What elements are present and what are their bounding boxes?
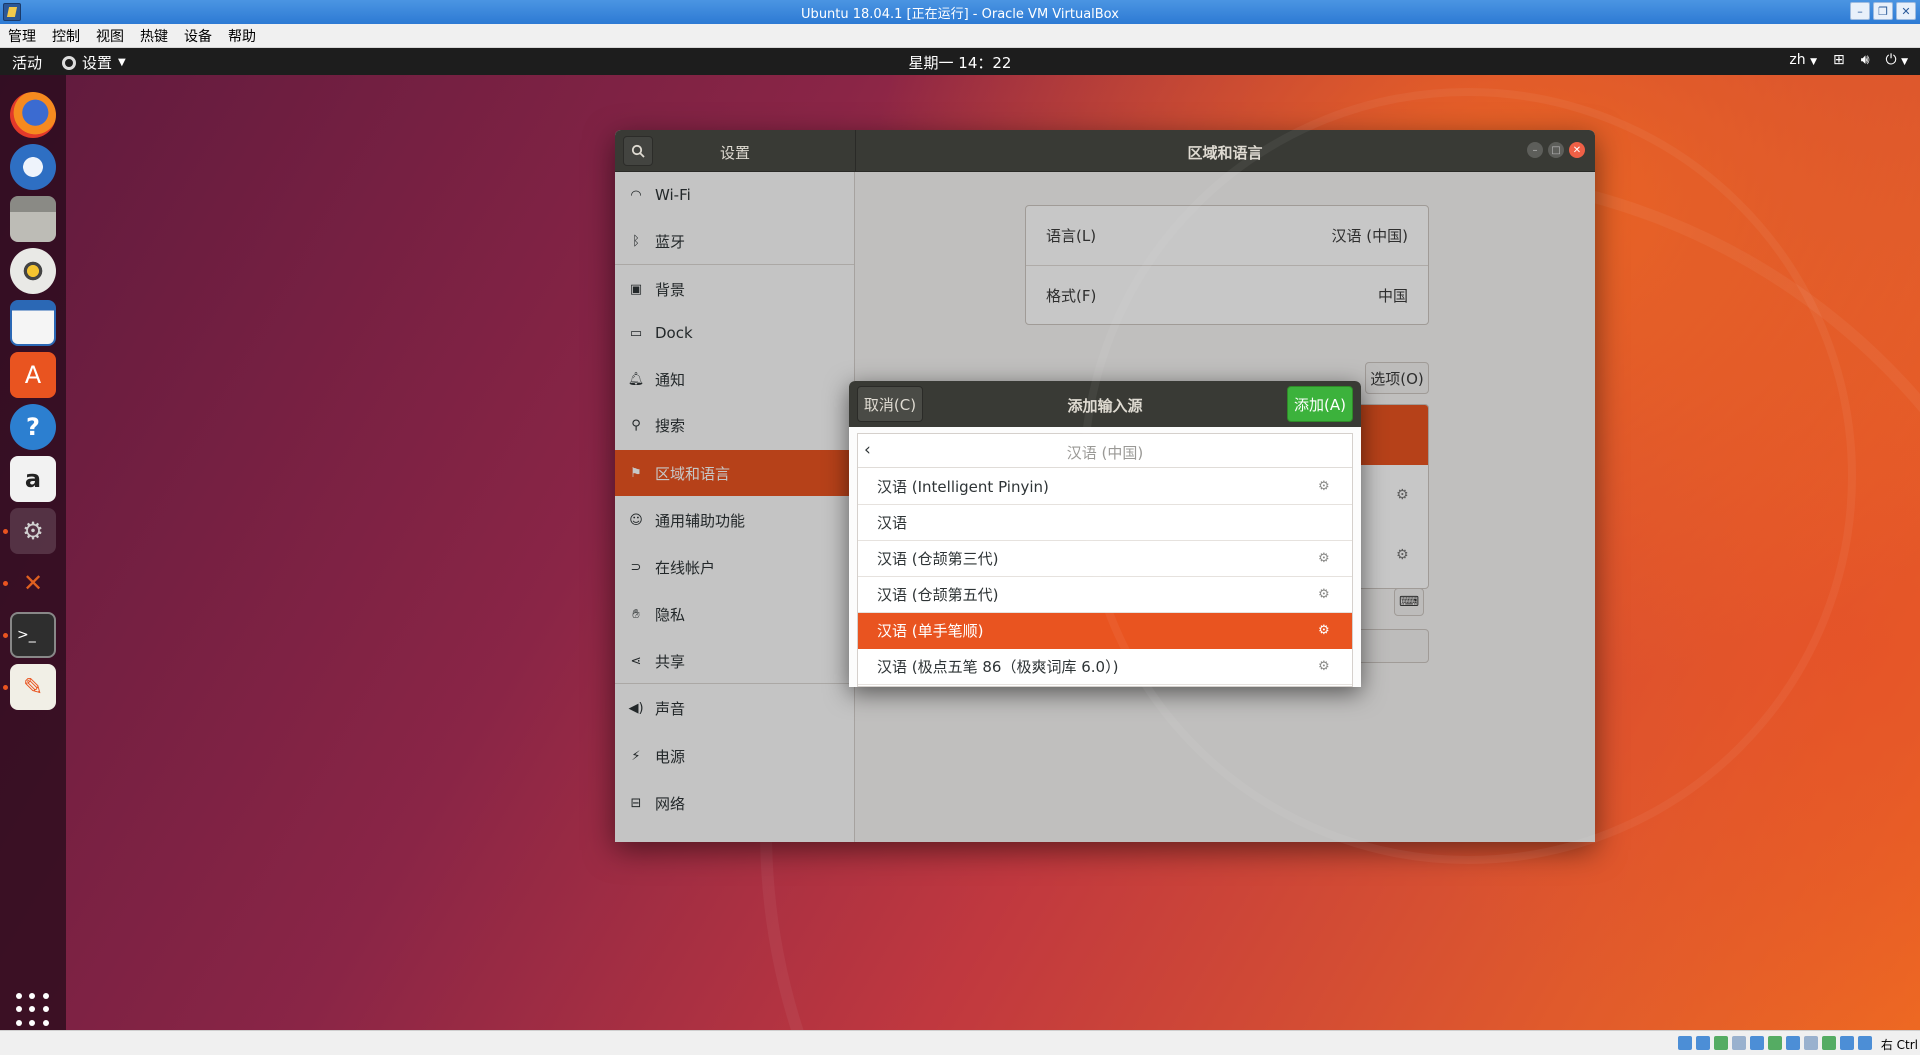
text-editor-icon[interactable]: ✎ [10, 664, 56, 710]
list-item[interactable]: 汉语 (Intelligent Pinyin) ⚙ [858, 469, 1352, 505]
modal-overlay [615, 172, 1595, 842]
sidebar-title: 设置 [719, 144, 750, 162]
restore-icon[interactable]: ❐ [1873, 2, 1893, 20]
input-source-row-selected[interactable] [1026, 405, 1428, 465]
usb-icon[interactable] [1750, 1036, 1764, 1050]
running-indicator [3, 685, 8, 690]
running-indicator [3, 529, 8, 534]
running-indicator [3, 581, 8, 586]
shared-folder-icon[interactable] [1768, 1036, 1782, 1050]
list-item[interactable]: 汉语 (仓颉第五代) ⚙ [858, 577, 1352, 613]
gear-icon: ⚙ [1318, 479, 1330, 494]
show-applications-icon[interactable] [16, 993, 50, 1027]
vbox-title-bar: Ubuntu 18.04.1 [正在运行] - Oracle VM Virtua… [0, 0, 1920, 24]
settings-window: 设置 区域和语言 – □ ✕ ◠ Wi-Fi ᛒ 蓝牙 ▣ 背景 ▭ Dock 🔔︎ 通知… [615, 130, 1595, 842]
settings-app-icon[interactable]: ⚙ [10, 508, 56, 554]
hard-disk-icon[interactable] [1678, 1036, 1692, 1050]
back-row[interactable]: ‹ 汉语 (中国) [858, 434, 1352, 468]
dock: A ? a ⚙ ✕ >_ ✎ [0, 75, 66, 1030]
list-item[interactable]: 汉语 (仓颉第三代) ⚙ [858, 541, 1352, 577]
vbox-menu-hotkeys[interactable]: 热键 [140, 26, 168, 46]
thunderbird-icon[interactable] [10, 144, 56, 190]
list-item-label: 汉语 [877, 514, 908, 532]
settings-headerbar: 设置 区域和语言 – □ ✕ [615, 130, 1595, 172]
ubuntu-top-bar: 活动 设置 ▼ 星期一 14：22 zh ▼ ⊞ 🔊︎ ⏻ ▼ [0, 48, 1920, 75]
ubuntu-software-icon[interactable]: A [10, 352, 56, 398]
running-indicator [3, 633, 8, 638]
settings-window-controls: – □ ✕ [1527, 142, 1585, 158]
add-button[interactable]: 添加(A) [1287, 386, 1353, 422]
dialog-headerbar: 取消(C) 添加输入源 添加(A) [849, 381, 1361, 427]
minimize-icon[interactable]: – [1527, 142, 1543, 158]
network-icon[interactable]: ⊞ [1833, 52, 1845, 68]
gear-icon: ⚙ [1318, 659, 1330, 674]
vbox-menu-manage[interactable]: 管理 [8, 26, 36, 46]
list-item-label: 汉语 (单手笔顺) [877, 622, 984, 640]
system-tray: zh ▼ ⊞ 🔊︎ ⏻ ▼ [1789, 52, 1908, 68]
list-item-label: 汉语 (仓颉第三代) [877, 550, 999, 568]
gear-icon[interactable]: ⚙ [1396, 547, 1412, 563]
tools-icon[interactable]: ✕ [10, 560, 56, 606]
host-key-label: 右 Ctrl [1880, 1038, 1918, 1052]
files-icon[interactable] [10, 196, 56, 242]
vbox-window-title: Ubuntu 18.04.1 [正在运行] - Oracle VM Virtua… [801, 6, 1119, 22]
list-item[interactable]: 汉语 (极点五笔 86（极爽词库 6.0）) ⚙ [858, 649, 1352, 685]
vbox-menu-bar: 管理 控制 视图 热键 设备 帮助 [0, 24, 1920, 48]
help-icon[interactable]: ? [10, 404, 56, 450]
maximize-icon[interactable]: □ [1548, 142, 1564, 158]
chevron-down-icon: ▼ [1901, 57, 1908, 67]
volume-icon[interactable]: 🔊︎ [1861, 52, 1870, 68]
language-value: 汉语 (中国) [1331, 227, 1408, 245]
vbox-menu-control[interactable]: 控制 [52, 26, 80, 46]
mouse-integration-icon[interactable] [1840, 1036, 1854, 1050]
terminal-icon[interactable]: >_ [10, 612, 56, 658]
list-header: 汉语 (中国) [1066, 444, 1144, 462]
close-icon[interactable]: ✕ [1896, 2, 1916, 20]
options-button[interactable]: 选项(O) [1365, 362, 1429, 394]
vbox-status-bar: 右 Ctrl [0, 1030, 1920, 1055]
add-input-source-dialog: 取消(C) 添加输入源 添加(A) ‹ 汉语 (中国) 汉语 (Intellig… [849, 381, 1361, 687]
audio-icon[interactable] [1714, 1036, 1728, 1050]
optical-drive-icon[interactable] [1696, 1036, 1710, 1050]
keyboard-icon: ⌨ [1398, 594, 1420, 610]
input-source-indicator[interactable]: zh ▼ [1789, 52, 1817, 68]
rhythmbox-icon[interactable] [10, 248, 56, 294]
dialog-title: 添加输入源 [1067, 397, 1143, 415]
display-icon[interactable] [1786, 1036, 1800, 1050]
guest-desktop: 活动 设置 ▼ 星期一 14：22 zh ▼ ⊞ 🔊︎ ⏻ ▼ A ? a ⚙ … [0, 48, 1920, 1030]
input-source-list: ‹ 汉语 (中国) 汉语 (Intelligent Pinyin) ⚙ 汉语 汉语… [857, 433, 1353, 687]
chevron-down-icon: ▼ [1810, 57, 1817, 67]
amazon-icon[interactable]: a [10, 456, 56, 502]
page-title: 区域和语言 [1187, 144, 1263, 162]
virtualbox-logo-icon [3, 3, 21, 21]
format-value: 中国 [1377, 286, 1408, 305]
list-item-selected[interactable]: 汉语 (单手笔顺) ⚙ [858, 613, 1352, 649]
recording-icon[interactable] [1804, 1036, 1818, 1050]
gear-icon: ⚙ [1318, 587, 1330, 602]
input-indicator-label: zh [1789, 52, 1806, 68]
list-item-label: 汉语 (Intelligent Pinyin) [877, 478, 1049, 496]
vbox-window-controls: – ❐ ✕ [1850, 2, 1916, 20]
power-icon: ⏻ [1885, 52, 1897, 68]
list-item[interactable]: 汉语 [858, 505, 1352, 541]
cpu-icon[interactable] [1822, 1036, 1836, 1050]
list-item-label: 汉语 (极点五笔 86（极爽词库 6.0）) [877, 658, 1119, 676]
list-item-label: 汉语 (仓颉第五代) [877, 586, 999, 604]
gear-icon: ⚙ [1318, 623, 1330, 638]
gear-icon[interactable]: ⚙ [1396, 487, 1412, 503]
power-menu[interactable]: ⏻ ▼ [1886, 52, 1908, 68]
firefox-icon[interactable] [10, 92, 56, 138]
keyboard-capture-icon[interactable] [1858, 1036, 1872, 1050]
vbox-menu-view[interactable]: 视图 [96, 26, 124, 46]
libreoffice-writer-icon[interactable] [10, 300, 56, 346]
gear-icon: ⚙ [1318, 551, 1330, 566]
vbox-device-icons [1678, 1036, 1872, 1050]
close-icon[interactable]: ✕ [1569, 142, 1585, 158]
minimize-icon[interactable]: – [1850, 2, 1870, 20]
vbox-menu-devices[interactable]: 设备 [184, 26, 212, 46]
keyboard-layout-button[interactable]: ⌨ [1394, 588, 1424, 616]
vbox-menu-help[interactable]: 帮助 [228, 26, 256, 46]
network-adapter-icon[interactable] [1732, 1036, 1746, 1050]
clock[interactable]: 星期一 14：22 [0, 52, 1920, 73]
